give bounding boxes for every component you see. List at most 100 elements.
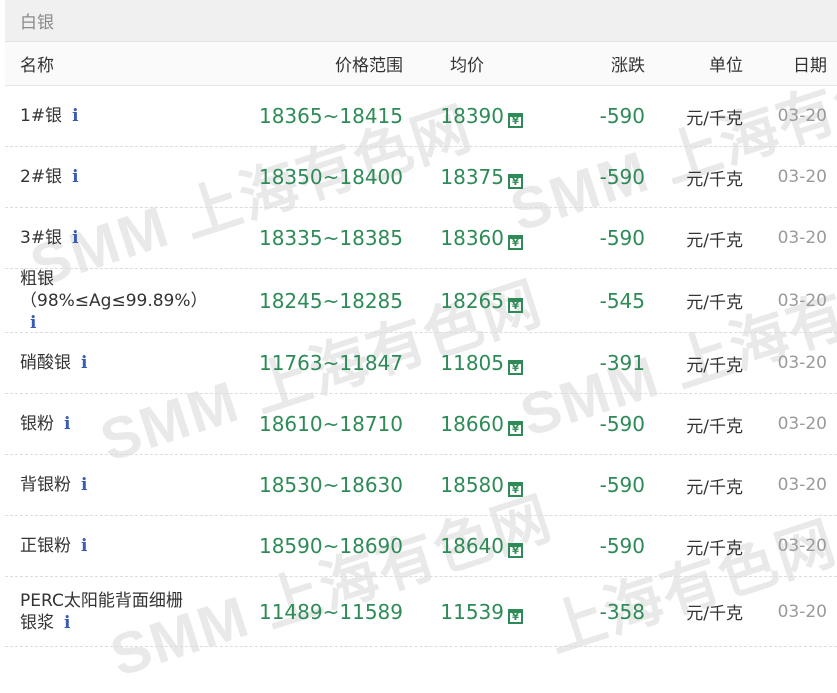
row-name: 银粉 i: [20, 414, 70, 434]
info-icon[interactable]: i: [81, 535, 87, 557]
price-unit: 元/千克: [686, 169, 743, 190]
table-row: PERC太阳能背面细栅 银浆 i 11489~11589 11539 ¥ -358 元…: [5, 577, 837, 647]
price-change: -590: [599, 104, 645, 128]
avg-price-cell: 11805 ¥: [403, 351, 523, 375]
row-name: 3#银 i: [20, 228, 79, 248]
price-date: 03-20: [777, 601, 827, 622]
avg-price-cell: 18660 ¥: [403, 412, 523, 436]
row-name: 1#银 i: [20, 106, 79, 126]
table-row: 2#银 i 18350~18400 18375 ¥ -590 元/千克 03-20: [5, 147, 837, 208]
table-row: 正银粉 i 18590~18690 18640 ¥ -590 元/千克 03-20: [5, 516, 837, 577]
row-name-cell: 银粉 i: [5, 413, 220, 435]
price-date: 03-20: [777, 167, 827, 187]
table-row: 背银粉 i 18530~18630 18580 ¥ -590 元/千克 03-20: [5, 455, 837, 516]
row-name: 背银粉 i: [20, 475, 87, 495]
panel-title: 白银: [20, 13, 54, 33]
price-date: 03-20: [777, 353, 827, 373]
row-name: 硝酸银 i: [20, 353, 87, 373]
row-name-text: PERC太阳能背面细栅: [20, 590, 183, 611]
avg-price: 11539: [440, 599, 504, 624]
price-date: 03-20: [777, 475, 827, 495]
table-row: 3#银 i 18335~18385 18360 ¥ -590 元/千克 03-20: [5, 208, 837, 269]
row-name-text: 背银粉: [20, 475, 71, 495]
yuan-calendar-icon[interactable]: ¥: [508, 543, 523, 558]
price-change: -590: [599, 412, 645, 436]
header-date: 日期: [793, 56, 827, 76]
table-header: 名称 价格范围 均价 涨跌 单位 日期: [5, 42, 837, 86]
yuan-calendar-icon[interactable]: ¥: [508, 174, 523, 189]
price-unit: 元/千克: [686, 108, 743, 129]
info-icon[interactable]: i: [72, 105, 78, 127]
row-name-text: 正银粉: [20, 536, 71, 556]
avg-price: 18265: [440, 288, 504, 313]
price-range: 18590~18690: [258, 534, 403, 558]
price-change: -391: [599, 351, 645, 375]
price-change: -545: [599, 288, 645, 313]
avg-price-cell: 18390 ¥: [403, 104, 523, 128]
yuan-calendar-icon[interactable]: ¥: [508, 608, 523, 624]
price-range: 11763~11847: [258, 351, 403, 375]
avg-price-cell: 11539 ¥: [403, 600, 523, 624]
price-date: 03-20: [777, 228, 827, 248]
yuan-calendar-icon[interactable]: ¥: [508, 360, 523, 375]
price-unit: 元/千克: [686, 416, 743, 437]
price-range: 18350~18400: [258, 165, 403, 189]
yuan-calendar-icon[interactable]: ¥: [508, 421, 523, 436]
info-icon[interactable]: i: [64, 413, 70, 435]
yuan-calendar-icon[interactable]: ¥: [508, 235, 523, 250]
price-range: 18245~18285: [258, 288, 403, 313]
info-icon[interactable]: i: [64, 612, 70, 634]
row-name-cell: 正银粉 i: [5, 535, 220, 557]
table-row: 硝酸银 i 11763~11847 11805 ¥ -391 元/千克 03-20: [5, 333, 837, 394]
price-unit: 元/千克: [686, 355, 743, 376]
row-name-cell: 背银粉 i: [5, 474, 220, 496]
row-name-text: 3#银: [20, 228, 63, 248]
price-unit: 元/千克: [686, 604, 743, 624]
info-icon[interactable]: i: [81, 352, 87, 374]
row-name: 2#银 i: [20, 167, 79, 187]
header-range: 价格范围: [335, 56, 403, 76]
avg-price-cell: 18580 ¥: [403, 473, 523, 497]
price-range: 18365~18415: [258, 104, 403, 128]
avg-price: 18390: [440, 104, 504, 128]
row-name-text: 硝酸银: [20, 353, 71, 373]
row-name-sub: （98%≤Ag≤99.89%）: [20, 290, 208, 311]
yuan-calendar-icon[interactable]: ¥: [508, 482, 523, 497]
header-unit: 单位: [709, 56, 743, 76]
row-name-text: 2#银: [20, 167, 63, 187]
price-date: 03-20: [777, 414, 827, 434]
info-icon[interactable]: i: [30, 312, 36, 334]
row-name-cell: 2#银 i: [5, 166, 220, 188]
header-avg: 均价: [450, 56, 484, 76]
header-change: 涨跌: [611, 56, 645, 76]
info-icon[interactable]: i: [81, 474, 87, 496]
price-unit: 元/千克: [686, 477, 743, 498]
row-name-cell: 1#银 i: [5, 105, 220, 127]
avg-price-cell: 18375 ¥: [403, 165, 523, 189]
silver-price-panel: 白银 名称 价格范围 均价 涨跌 单位 日期 1#银 i 18365~18415 …: [5, 0, 837, 647]
info-icon[interactable]: i: [72, 166, 78, 188]
price-unit: 元/千克: [686, 538, 743, 559]
info-icon[interactable]: i: [72, 227, 78, 249]
avg-price: 18375: [440, 165, 504, 189]
row-name: 粗银 （98%≤Ag≤99.89%）i: [20, 269, 208, 333]
yuan-calendar-icon[interactable]: ¥: [508, 297, 523, 313]
price-change: -590: [599, 165, 645, 189]
table-row: 银粉 i 18610~18710 18660 ¥ -590 元/千克 03-20: [5, 394, 837, 455]
avg-price: 11805: [440, 351, 504, 375]
price-change: -590: [599, 226, 645, 250]
price-unit: 元/千克: [686, 230, 743, 251]
avg-price-cell: 18640 ¥: [403, 534, 523, 558]
row-name: PERC太阳能背面细栅 银浆 i: [20, 591, 183, 633]
panel-title-bar: 白银: [5, 0, 837, 42]
avg-price-cell: 18360 ¥: [403, 226, 523, 250]
row-name-text: 1#银: [20, 106, 63, 126]
price-date: 03-20: [777, 106, 827, 126]
avg-price: 18360: [440, 226, 504, 250]
price-range: 18335~18385: [258, 226, 403, 250]
yuan-calendar-icon[interactable]: ¥: [508, 113, 523, 128]
table-row: 1#银 i 18365~18415 18390 ¥ -590 元/千克 03-20: [5, 86, 837, 147]
row-name-cell: 3#银 i: [5, 227, 220, 249]
table-row: 粗银 （98%≤Ag≤99.89%）i 18245~18285 18265 ¥ -5…: [5, 269, 837, 333]
price-change: -590: [599, 473, 645, 497]
